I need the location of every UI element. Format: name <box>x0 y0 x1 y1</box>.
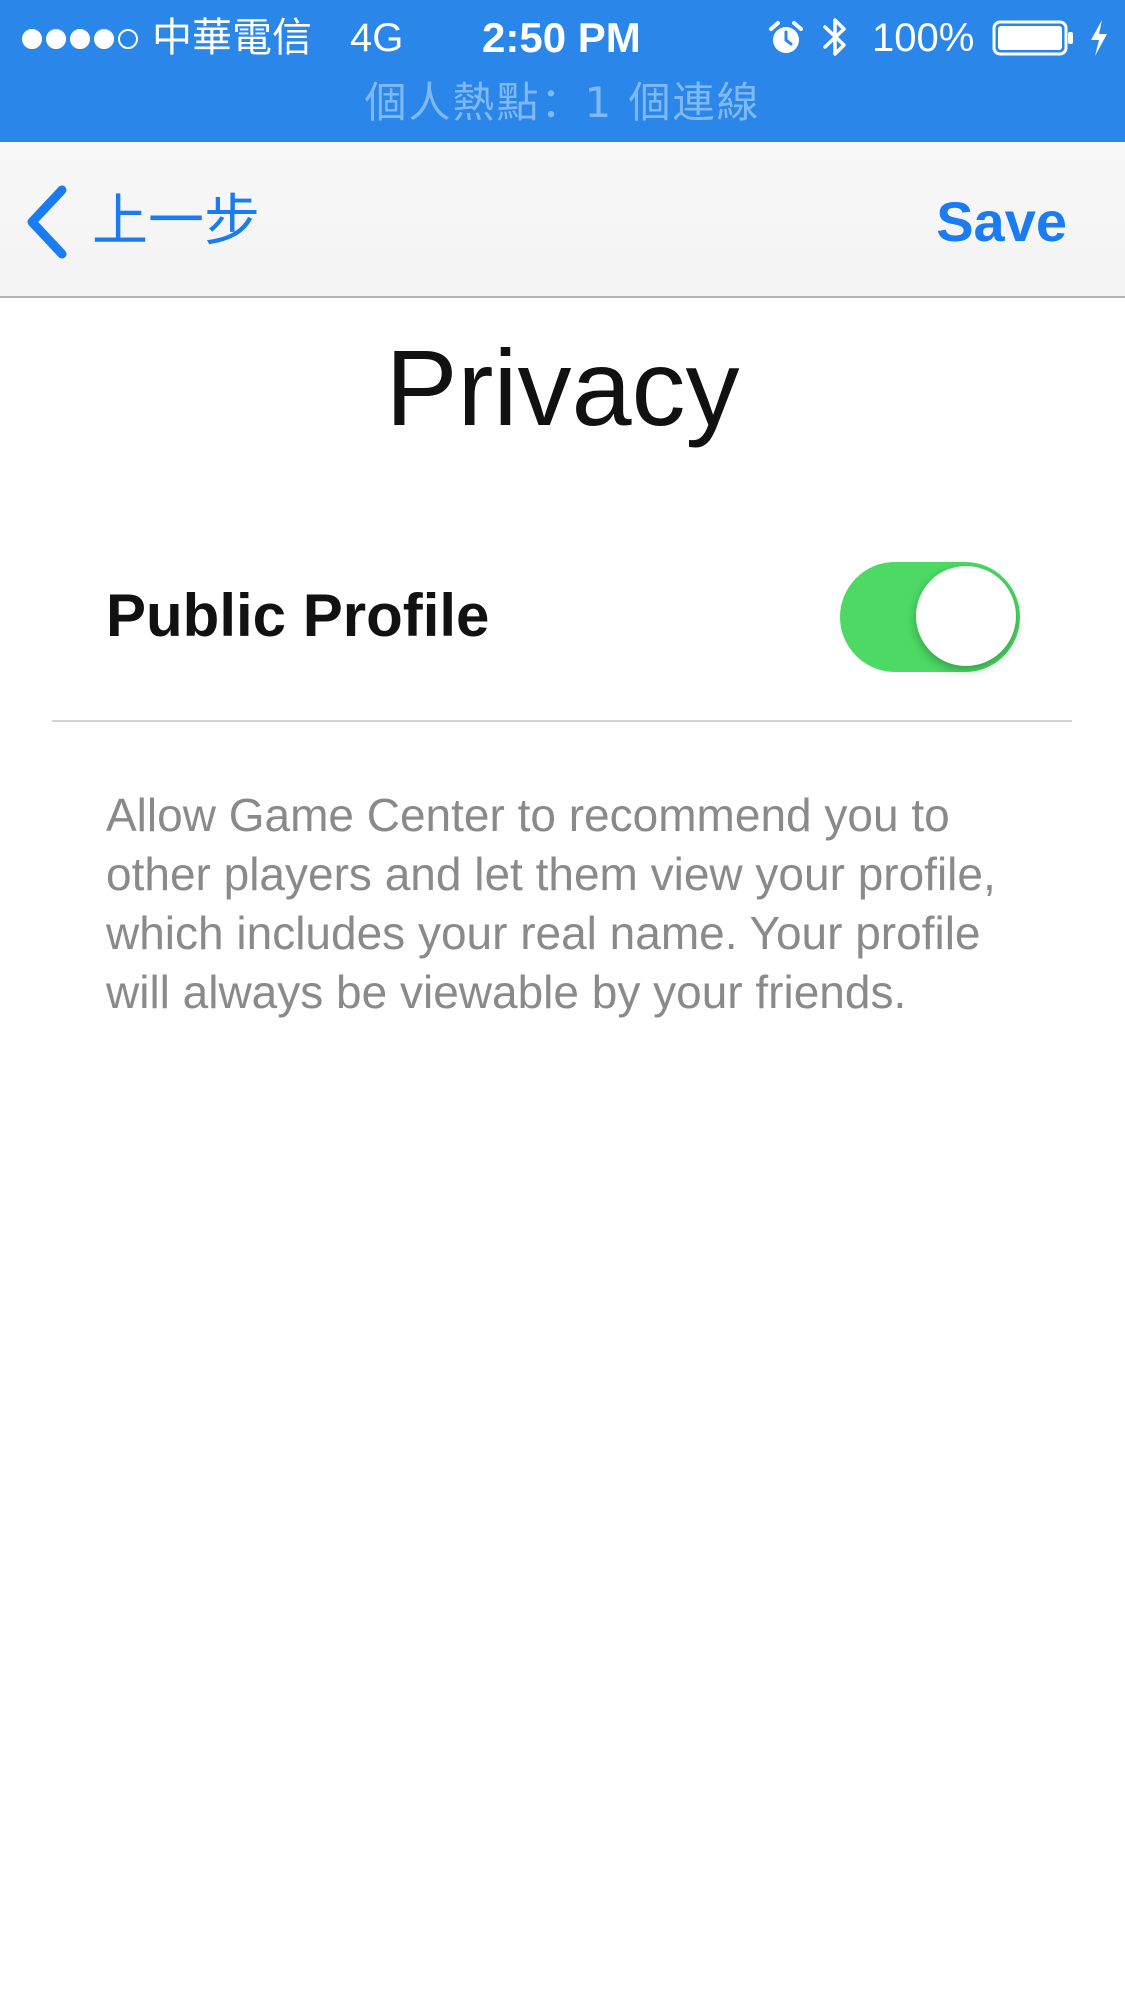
battery-percent: 100% <box>872 16 975 60</box>
network-type: 4G <box>350 16 404 60</box>
signal-strength-indicator <box>22 28 138 50</box>
bluetooth-icon <box>823 18 846 56</box>
public-profile-description: Allow Game Center to recommend you to ot… <box>106 789 996 1018</box>
signal-dot <box>70 29 90 49</box>
public-profile-row: Public Profile <box>0 540 1125 690</box>
status-row: 中華電信 4G 2:50 PM 100% <box>0 0 1125 78</box>
carrier-name: 中華電信 <box>152 15 312 61</box>
navigation-bar: 上一步 Save <box>0 142 1125 298</box>
charging-bolt-icon <box>1091 20 1107 56</box>
page-title: Privacy <box>385 327 740 448</box>
signal-dot <box>94 29 114 49</box>
divider <box>52 720 1072 722</box>
back-button-label: 上一步 <box>92 189 260 254</box>
public-profile-label: Public Profile <box>106 582 490 649</box>
signal-dot <box>46 29 66 49</box>
hotspot-banner[interactable]: 個人熱點：1 個連線 <box>0 76 1125 130</box>
battery-icon <box>992 20 1073 56</box>
signal-dot <box>22 29 42 49</box>
back-button[interactable]: 上一步 <box>24 182 260 262</box>
chevron-left-icon <box>27 185 67 259</box>
toggle-knob <box>916 566 1016 666</box>
status-bar: 中華電信 4G 2:50 PM 100% 個人熱點：1 個連線 <box>0 0 1125 142</box>
save-button[interactable]: Save <box>936 184 1067 260</box>
alarm-icon <box>769 21 803 53</box>
signal-dot <box>118 29 138 49</box>
public-profile-toggle[interactable] <box>840 562 1020 672</box>
status-time: 2:50 PM <box>482 14 641 61</box>
